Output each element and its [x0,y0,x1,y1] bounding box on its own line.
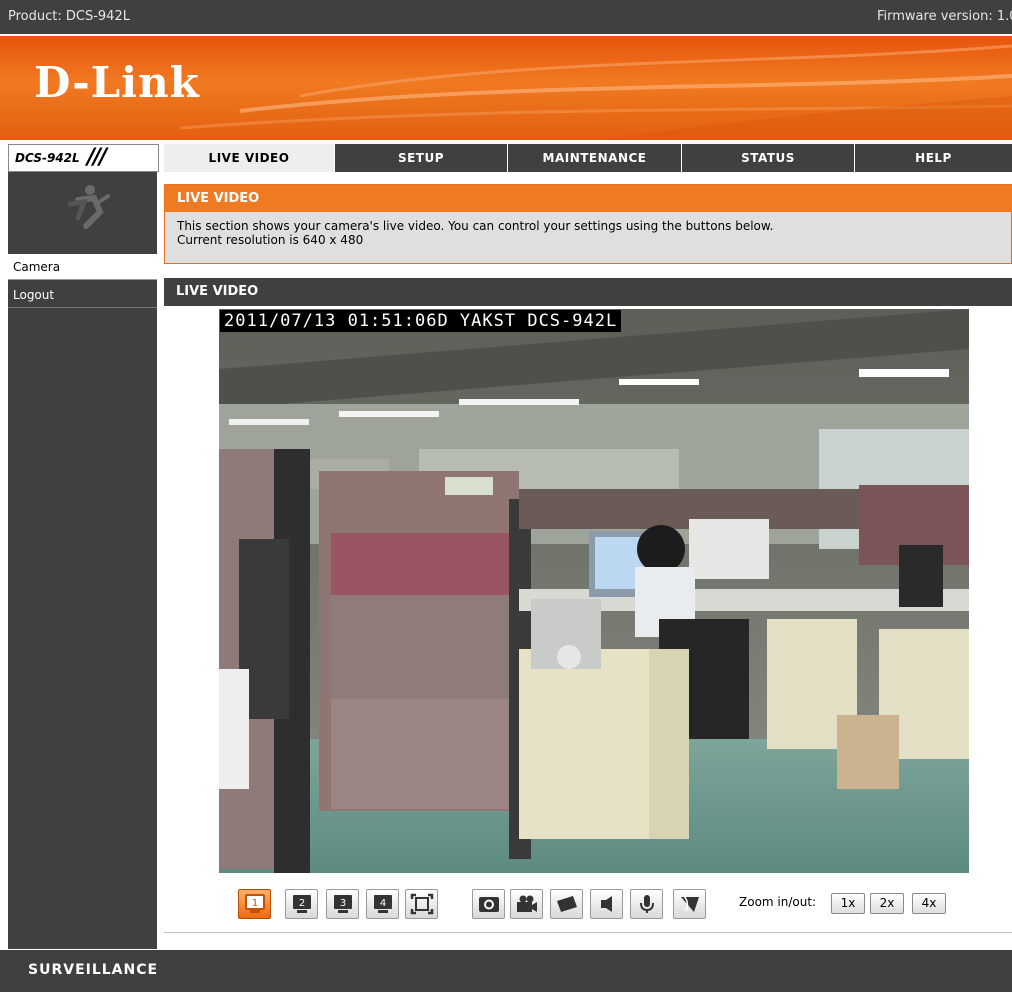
tab-help[interactable]: HELP [855,144,1012,172]
running-people-icon [67,185,110,229]
tab-live-video[interactable]: LIVE VIDEO [164,144,334,172]
product-label: Product: DCS-942L [8,9,130,24]
footer-surveillance-label: SURVEILLANCE [28,962,159,978]
monitor-3-icon: 3 [334,895,352,913]
microphone-button[interactable] [630,889,663,919]
info-description: This section shows your camera's live vi… [177,219,773,247]
view-1-button[interactable]: 1 [238,889,271,919]
record-video-button[interactable] [510,889,543,919]
video-timestamp-overlay: 2011/07/13 01:51:06D YAKST DCS-942L [220,310,622,332]
speaker-button[interactable] [590,889,623,919]
model-badge-text: DCS-942L [15,151,80,165]
monitor-1-icon: 1 [245,894,265,913]
page-root: Product: DCS-942L Firmware version: 1.0 … [0,0,1012,992]
office-scene-image [219,309,969,873]
info-box: LIVE VIDEO This section shows your camer… [164,184,1012,264]
zoom-label: Zoom in/out: [739,895,817,909]
storage-folder-button[interactable] [550,889,583,919]
live-video-stream[interactable] [219,309,969,873]
microphone-icon [640,895,654,913]
dlink-logo: D-Link [34,58,200,107]
zoom-2x-button[interactable]: 2x [870,893,904,914]
firmware-label: Firmware version: 1.0 [877,9,1012,24]
zoom-1x-button[interactable]: 1x [831,893,865,914]
storage-folder-icon [557,896,577,912]
top-info-bar: Product: DCS-942L Firmware version: 1.0 [0,0,1012,34]
snapshot-button[interactable] [472,889,505,919]
view-2-button[interactable]: 2 [285,889,318,919]
content-divider [164,932,1012,933]
monitor-2-icon: 2 [293,895,311,913]
snapshot-icon [479,897,499,912]
tab-setup[interactable]: SETUP [335,144,507,172]
badge-slashes-decoration: /// [87,145,107,170]
view-3-button[interactable]: 3 [326,889,359,919]
night-mode-icon [681,894,699,912]
monitor-4-label: 4 [380,898,386,909]
sidebar-item-logout[interactable]: Logout [8,282,157,308]
info-resolution: Current resolution is 640 x 480 [177,233,364,247]
record-video-icon [517,895,537,912]
model-badge: DCS-942L /// [8,144,159,172]
speaker-icon [601,896,612,912]
footer-bar: SURVEILLANCE [0,950,1012,992]
night-mode-button[interactable] [673,889,706,919]
monitor-1-label: 1 [252,898,258,909]
zoom-4x-button[interactable]: 4x [912,893,946,914]
sidebar-item-camera[interactable]: Camera [8,254,157,280]
tab-maintenance[interactable]: MAINTENANCE [508,144,681,172]
info-line-1: This section shows your camera's live vi… [177,219,774,233]
fullscreen-icon [410,893,434,915]
monitor-2-label: 2 [299,898,305,909]
live-video-section-title: LIVE VIDEO [164,278,1012,306]
monitor-3-label: 3 [340,898,346,909]
tab-status[interactable]: STATUS [682,144,854,172]
monitor-4-icon: 4 [374,895,392,913]
brand-banner: D-Link [0,34,1012,140]
view-4-button[interactable]: 4 [366,889,399,919]
info-title: LIVE VIDEO [165,185,1012,212]
fullscreen-button[interactable] [405,889,438,919]
